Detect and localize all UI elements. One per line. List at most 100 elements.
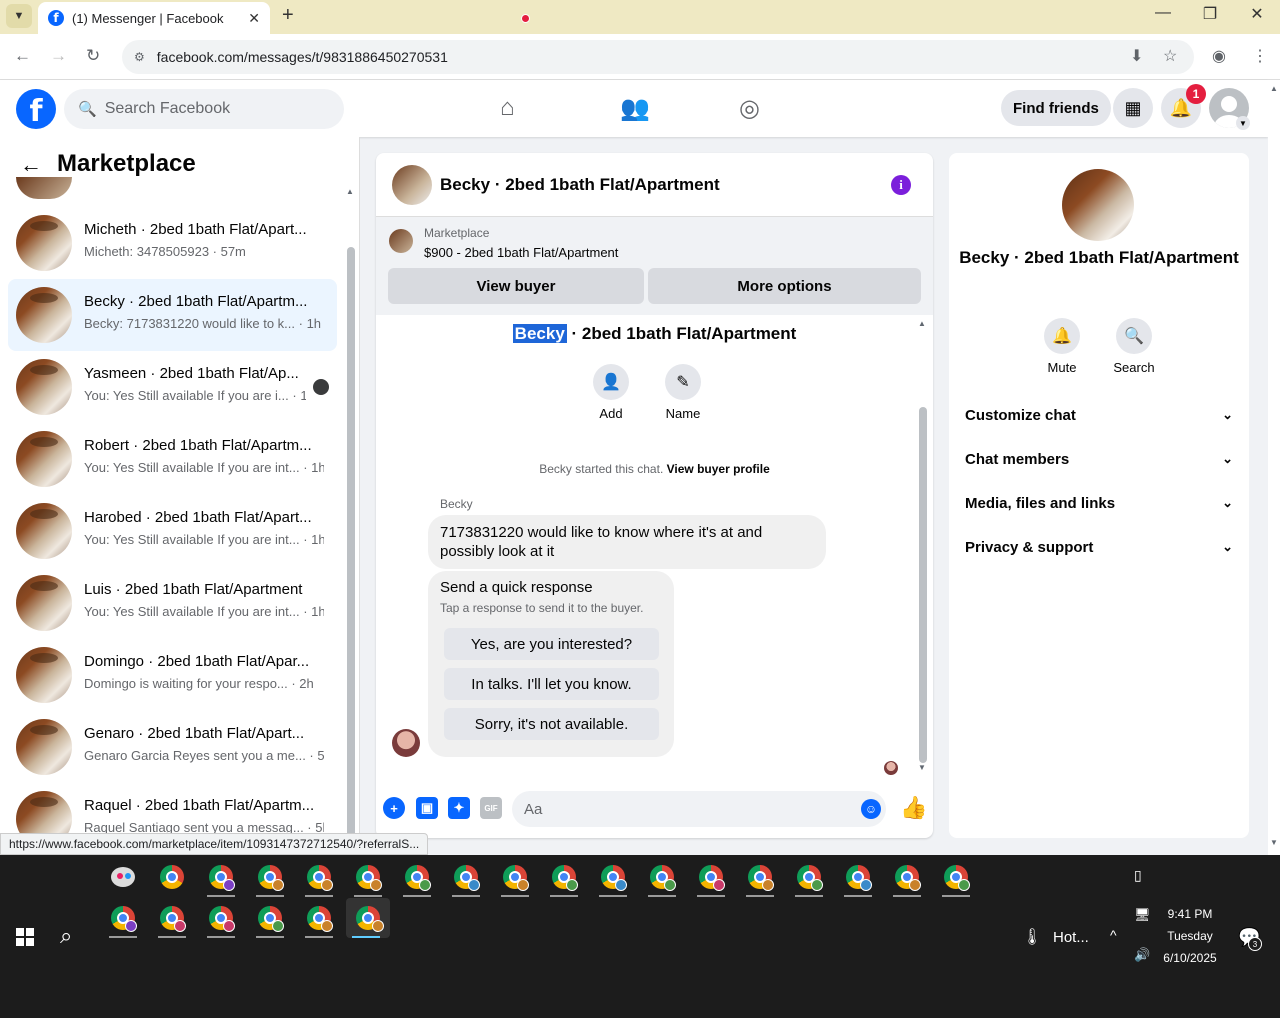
conversation-item[interactable]: Robert · 2bed 1bath Flat/Apartm... You: … [8,423,337,495]
menu-kebab-icon[interactable]: ⋮ [1252,46,1268,66]
find-friends-button[interactable]: Find friends [1001,90,1111,126]
chat-avatar[interactable] [392,165,432,205]
sidebar-scrollbar[interactable]: ▲ [346,187,356,837]
quick-response-button[interactable]: In talks. I'll let you know. [444,668,659,700]
chrome-profile-icon[interactable] [397,857,437,897]
search-icon[interactable]: ⌕ [60,923,72,949]
chat-members-section[interactable]: Chat members ⌄ [965,439,1233,479]
chat-title[interactable]: Becky · 2bed 1bath Flat/Apartment [440,175,720,195]
customize-chat-section[interactable]: Customize chat ⌄ [965,395,1233,435]
chrome-profile-icon[interactable] [299,857,339,897]
more-options-button[interactable]: More options [648,268,921,304]
scroll-down-icon[interactable]: ▼ [918,763,926,772]
close-window-icon[interactable]: ✕ [1234,4,1280,24]
volume-icon[interactable]: 🔊 [1134,947,1150,963]
chrome-profile-icon[interactable] [642,857,682,897]
listing-thumbnail[interactable] [389,229,413,253]
menu-grid-icon[interactable]: ▦ [1113,88,1153,128]
conversation-item[interactable]: Yasmeen · 2bed 1bath Flat/Ap... You: Yes… [8,351,337,423]
chrome-profile-icon[interactable] [936,857,976,897]
chrome-profile-icon-active[interactable] [346,898,390,938]
scroll-up-icon[interactable]: ▲ [918,319,926,328]
thumbs-up-icon[interactable]: 👍 [900,795,927,821]
conversation-item[interactable]: Domingo · 2bed 1bath Flat/Apar... Doming… [8,639,337,711]
weather-icon[interactable]: 🌡 [1022,927,1042,947]
quick-response-button[interactable]: Sorry, it's not available. [444,708,659,740]
chrome-profile-icon[interactable] [691,857,731,897]
browser-tab[interactable]: f (1) Messenger | Facebook ✕ [38,2,270,34]
bookmark-star-icon[interactable]: ☆ [1163,46,1177,66]
quick-response-button[interactable]: Yes, are you interested? [444,628,659,660]
conversation-item[interactable]: Genaro · 2bed 1bath Flat/Apart... Genaro… [8,711,337,783]
conversation-item[interactable]: Luis · 2bed 1bath Flat/Apartment You: Ye… [8,567,337,639]
site-info-icon[interactable]: ⚙ [134,50,145,64]
gif-icon[interactable]: GIF [480,797,502,819]
chrome-profile-icon[interactable] [887,857,927,897]
conversation-avatar[interactable] [1062,169,1134,241]
privacy-support-section[interactable]: Privacy & support ⌄ [965,527,1233,567]
home-icon[interactable]: ⌂ [500,94,515,122]
page-scrollbar[interactable]: ▲ ▼ [1268,80,1280,855]
clock-date[interactable]: 6/10/2025 [1150,951,1230,965]
chrome-profile-icon[interactable] [544,857,584,897]
scroll-up-icon[interactable]: ▲ [346,187,354,196]
profile-icon[interactable]: ◉ [1212,46,1226,66]
conversation-item-active[interactable]: Becky · 2bed 1bath Flat/Apartm... Becky:… [8,279,337,351]
view-buyer-profile-link[interactable]: View buyer profile [667,462,770,476]
task-view-icon[interactable]: ▯ [1134,867,1142,884]
scrollbar-thumb[interactable] [919,407,927,763]
weather-text[interactable]: Hot... [1053,929,1089,946]
back-icon[interactable]: ← [14,46,31,66]
listing-price-title[interactable]: $900 - 2bed 1bath Flat/Apartment [424,245,618,260]
conversation-item[interactable]: Harobed · 2bed 1bath Flat/Apart... You: … [8,495,337,567]
network-icon[interactable]: 🖥 [1134,907,1151,923]
chrome-profile-icon[interactable] [250,898,290,938]
clock-day[interactable]: Tuesday [1150,929,1230,943]
info-icon[interactable]: i [891,175,911,195]
chrome-profile-icon[interactable] [103,898,143,938]
reload-icon[interactable]: ↻ [86,46,100,66]
scroll-up-icon[interactable]: ▲ [1270,84,1278,93]
conversation-item[interactable]: Micheth · 2bed 1bath Flat/Apart... Miche… [8,207,337,279]
show-hidden-icons-icon[interactable]: ^ [1110,927,1117,943]
restore-icon[interactable]: ❐ [1187,4,1233,24]
photo-icon[interactable]: ▣ [416,797,438,819]
paint-app-icon[interactable] [103,857,143,897]
sticker-icon[interactable]: ✦ [448,797,470,819]
chrome-profile-icon[interactable] [348,857,388,897]
account-chevron-icon[interactable]: ▼ [1236,116,1250,130]
chrome-profile-icon[interactable] [299,898,339,938]
sender-avatar[interactable] [392,729,420,757]
friends-icon[interactable]: 👥 [620,94,650,123]
back-arrow-icon[interactable]: ← [20,152,42,178]
chrome-profile-icon[interactable] [789,857,829,897]
chrome-profile-icon[interactable] [201,898,241,938]
message-input[interactable]: Aa [512,791,886,827]
media-files-section[interactable]: Media, files and links ⌄ [965,483,1233,523]
scrollbar-thumb[interactable] [347,247,355,837]
message-bubble[interactable]: 7173831220 would like to know where it's… [428,515,826,569]
chrome-profile-icon[interactable] [152,898,192,938]
forward-icon[interactable]: → [50,46,67,66]
tab-close-icon[interactable]: ✕ [248,10,260,27]
address-bar[interactable]: ⚙ facebook.com/messages/t/98318864502705… [122,40,1194,74]
new-tab-icon[interactable]: + [282,4,294,27]
facebook-logo-icon[interactable]: f [16,89,56,129]
chrome-profile-icon[interactable] [593,857,633,897]
name-chat-action[interactable]: ✎ Name [653,364,713,421]
install-app-icon[interactable]: ⬇ [1130,46,1143,66]
chrome-profile-icon[interactable] [838,857,878,897]
minimize-icon[interactable]: — [1140,4,1186,22]
chrome-profile-icon[interactable] [495,857,535,897]
search-facebook-input[interactable]: 🔍 Search Facebook [64,89,344,129]
chat-scrollbar[interactable]: ▲ ▼ [918,315,928,775]
clock-time[interactable]: 9:41 PM [1150,907,1230,921]
view-buyer-button[interactable]: View buyer [388,268,644,304]
chrome-profile-icon[interactable] [201,857,241,897]
chrome-app-icon[interactable] [152,857,192,897]
chrome-profile-icon[interactable] [446,857,486,897]
chrome-profile-icon[interactable] [250,857,290,897]
emoji-icon[interactable]: ☺ [861,799,881,819]
tab-search-dropdown[interactable]: ▼ [6,4,32,28]
groups-icon[interactable]: ◎ [739,94,760,123]
